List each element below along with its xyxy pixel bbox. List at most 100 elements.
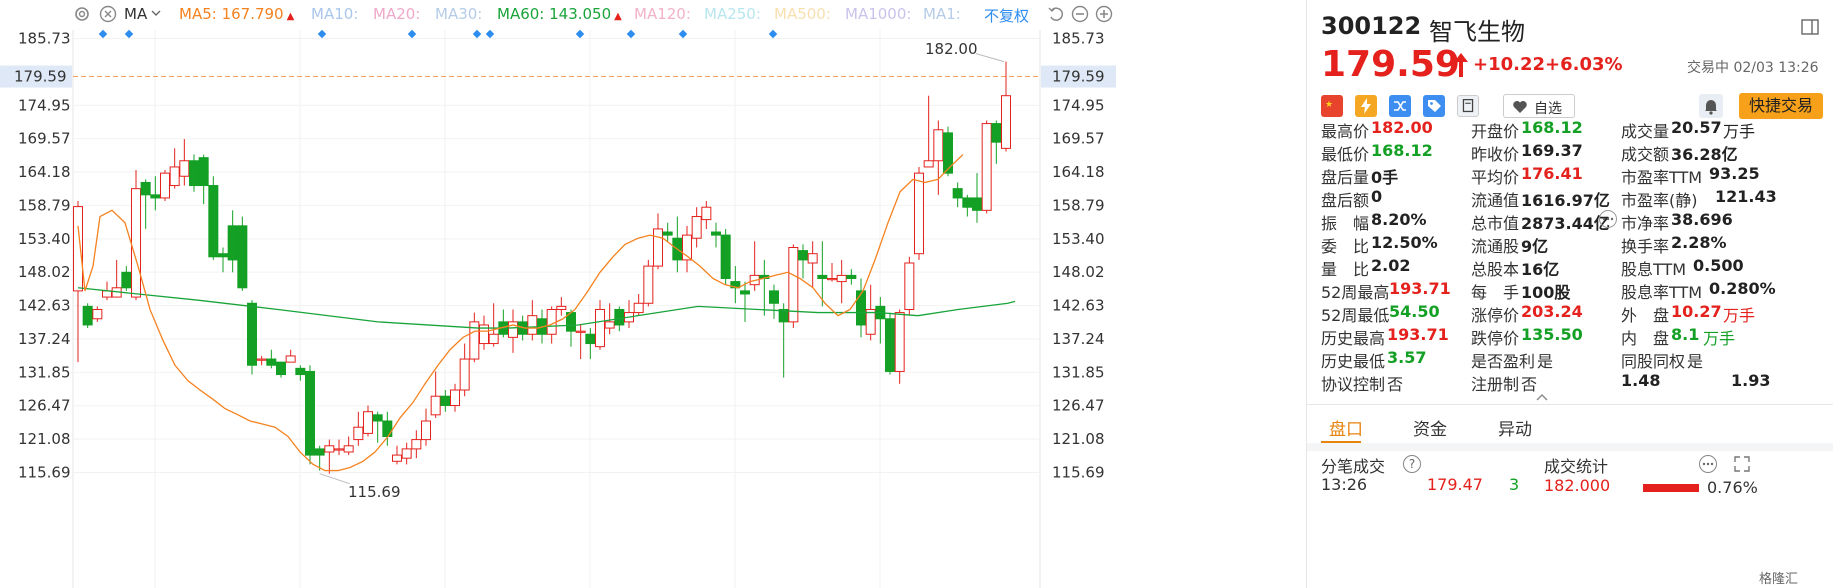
candle-body — [459, 358, 470, 391]
help-icon[interactable]: ? — [1403, 455, 1421, 473]
note-icon[interactable] — [1457, 95, 1479, 117]
candle-body — [527, 315, 538, 335]
chevron-down-icon[interactable] — [150, 7, 162, 19]
candle — [256, 355, 267, 366]
candle — [131, 170, 141, 301]
y-tick-label-right: 174.95 — [1052, 96, 1105, 114]
shuffle-icon[interactable] — [1389, 95, 1411, 117]
candle — [285, 349, 296, 363]
settings-icon[interactable] — [72, 4, 92, 24]
candle-body — [440, 395, 451, 407]
undo-icon[interactable] — [1046, 4, 1066, 24]
quote-unit: 万手 — [1723, 122, 1756, 141]
candle-body — [102, 290, 112, 298]
last-price: 179.59 — [1321, 44, 1460, 85]
y-tick-label-right: 121.08 — [1052, 430, 1105, 448]
candle — [556, 297, 567, 316]
candle-body — [923, 160, 934, 168]
quote-value: 是 — [1687, 352, 1704, 371]
y-tick-label-left: 158.79 — [18, 196, 71, 214]
quote-value: 38.696 — [1671, 210, 1733, 229]
candle — [691, 207, 702, 248]
quote-label: 开盘价 — [1471, 122, 1520, 141]
candle — [643, 259, 654, 307]
collapse-panel-icon[interactable] — [1801, 18, 1819, 36]
current-price-label-left: 179.59 — [14, 68, 67, 86]
y-tick-label-right: 158.79 — [1052, 196, 1105, 214]
kline-chart[interactable]: 185.73 185.73 174.95 174.95 169.57 169.57 164.… — [0, 0, 1305, 588]
candle — [160, 170, 170, 202]
trade-status-time: 交易中 02/03 13:26 — [1687, 60, 1819, 76]
candle — [140, 179, 151, 229]
tab-movement[interactable]: 异动 — [1498, 415, 1532, 440]
candle — [82, 303, 93, 329]
chevron-up-icon[interactable] — [1535, 392, 1549, 402]
candle — [421, 408, 431, 446]
tag-icon[interactable] — [1423, 95, 1445, 117]
quote-value: 8.20% — [1371, 210, 1427, 229]
more-info-icon[interactable] — [1599, 210, 1617, 228]
tab-funds[interactable]: 资金 — [1413, 415, 1447, 440]
y-tick-label-left: 185.73 — [18, 30, 71, 48]
tab-orderbook[interactable]: 盘口 — [1329, 415, 1363, 440]
tick-trades-title: 分笔成交 — [1321, 457, 1386, 476]
stats-price: 182.000 — [1544, 476, 1611, 495]
quote-value: 193.71 — [1389, 279, 1451, 298]
tick-volume: 3 — [1509, 475, 1520, 494]
candle-body — [1001, 95, 1011, 149]
candle-body — [82, 305, 93, 326]
quote-value: 169.37 — [1521, 141, 1583, 160]
candle-body — [73, 206, 83, 292]
kline-chart-area[interactable]: 185.73 185.73 174.95 174.95 169.57 169.57 164.… — [0, 0, 1305, 588]
price-up-arrow-icon — [1454, 53, 1468, 77]
candle-body — [952, 188, 963, 199]
candle-body — [266, 358, 277, 366]
candle-body — [720, 234, 731, 279]
candle — [372, 411, 383, 443]
add-watchlist-button[interactable]: 自选 — [1503, 94, 1575, 118]
ma5-value: MA5: 167.790 — [179, 5, 284, 23]
candle — [179, 139, 190, 186]
quote-value: 16亿 — [1521, 260, 1560, 279]
candle — [585, 328, 596, 360]
candle — [266, 349, 277, 369]
candle — [972, 173, 982, 223]
candle — [440, 390, 451, 412]
candle-body — [972, 197, 982, 211]
quote-value: 2.02 — [1371, 256, 1411, 275]
more-options-icon[interactable] — [1699, 455, 1717, 473]
stock-code: 300122 — [1321, 12, 1422, 40]
candle — [604, 303, 615, 335]
candle-body — [643, 265, 654, 304]
ma-item: MA120: — [634, 5, 691, 23]
candle — [459, 343, 470, 397]
candle — [527, 300, 538, 341]
candle — [92, 306, 103, 322]
alert-button[interactable] — [1699, 94, 1723, 118]
quote-value: 否 — [1387, 375, 1404, 394]
lightning-icon[interactable] — [1355, 95, 1377, 117]
y-tick-label-left: 153.40 — [18, 230, 71, 248]
quick-trade-button[interactable]: 快捷交易 — [1739, 93, 1823, 119]
candle-body — [247, 302, 257, 366]
zoom-in-icon[interactable] — [1094, 4, 1114, 24]
candle — [198, 154, 209, 205]
expand-icon[interactable] — [1733, 455, 1751, 473]
adjust-price-button[interactable]: 不复权 — [984, 5, 1029, 26]
close-icon[interactable] — [98, 4, 118, 24]
quote-label: 最高价 — [1321, 122, 1370, 141]
candle-body — [653, 228, 663, 267]
candle-body — [585, 333, 596, 345]
quote-panel: 300122 智飞生物 179.59 +10.22 +6.03% 交易中 02/… — [1306, 0, 1833, 588]
y-tick-label-right: 185.73 — [1052, 30, 1105, 48]
candle-body — [885, 318, 895, 372]
candle-body — [769, 290, 779, 304]
current-price-label-right: 179.59 — [1052, 68, 1105, 86]
indicator-ma-label[interactable]: MA — [124, 5, 147, 23]
candle-body — [256, 358, 267, 361]
zoom-out-icon[interactable] — [1070, 4, 1090, 24]
app-root: 185.73 185.73 174.95 174.95 169.57 169.57 164.… — [0, 0, 1833, 588]
candle — [575, 324, 586, 360]
candle-body — [662, 231, 673, 236]
china-flag-icon[interactable]: ★ — [1321, 95, 1343, 117]
